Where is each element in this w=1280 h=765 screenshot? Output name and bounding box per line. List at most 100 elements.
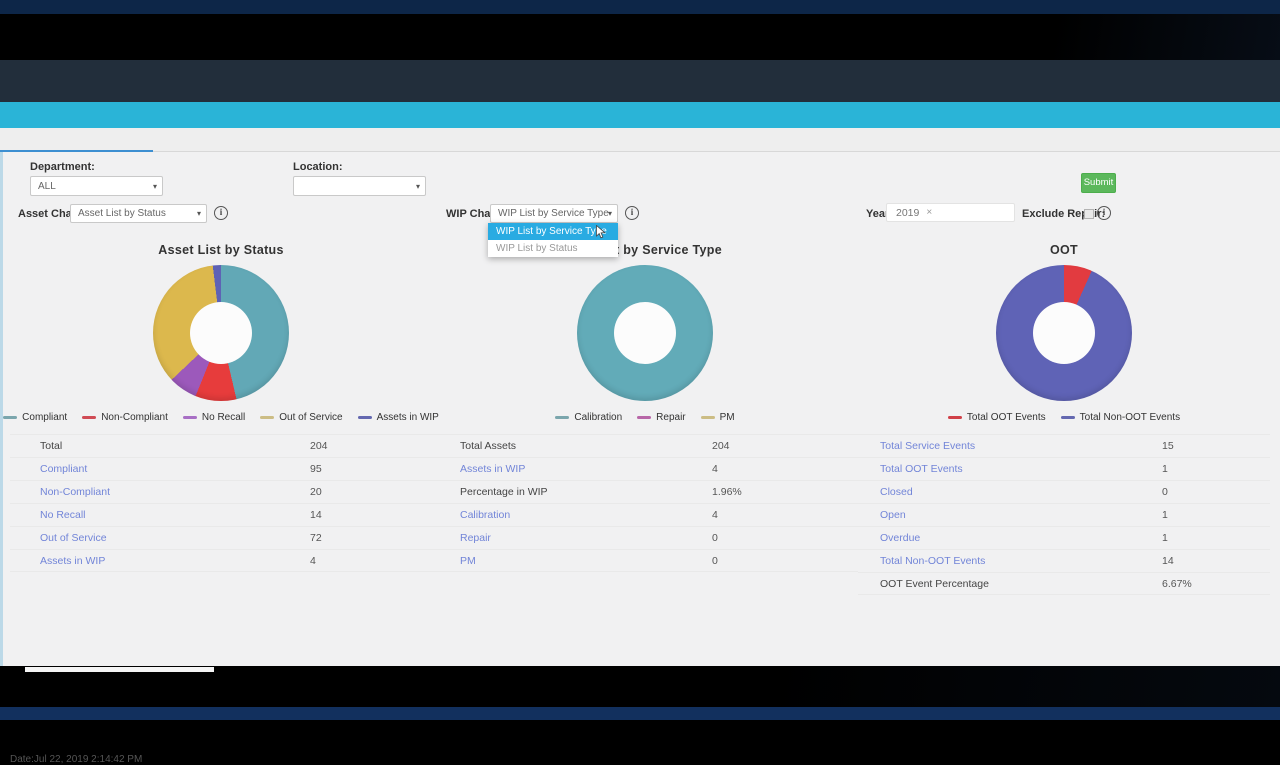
legend-label: Total Non-OOT Events: [1080, 412, 1180, 423]
oot-chart-panel: OOT Total OOT EventsTotal Non-OOT Events…: [858, 238, 1270, 658]
legend-item[interactable]: Assets in WIP: [358, 412, 439, 423]
table-row: OOT Event Percentage6.67%: [858, 572, 1270, 595]
table-row: Total204: [10, 434, 432, 457]
breadcrumb: Home / Dashboard: [0, 102, 1280, 128]
table-row-value: 95: [310, 458, 322, 480]
table-row-label: OOT Event Percentage: [880, 573, 989, 595]
legend-label: Out of Service: [279, 412, 342, 423]
table-row-value: 1: [1162, 504, 1168, 526]
department-select[interactable]: ALL▾: [30, 176, 163, 196]
chart-legend: Calibration Repair PM: [432, 412, 858, 423]
chart-table: Total Assets 204 Assets in WIP 4 Percentage …: [432, 434, 858, 572]
table-row-value: 204: [712, 435, 730, 457]
table-row-link[interactable]: Overdue: [880, 527, 920, 549]
table-row-link[interactable]: Assets in WIP: [460, 458, 525, 480]
donut-hole: [1033, 302, 1095, 364]
chart-title: Asset List by Status: [10, 243, 432, 257]
table-row-link[interactable]: No Recall: [40, 504, 86, 526]
chart-table: Total204Compliant 95Non-Compliant20No Rec…: [10, 434, 432, 572]
tab-bar: Dashboards CMA Dashboards iHelp Export t…: [0, 128, 1280, 152]
table-row: Calibration4: [432, 503, 858, 526]
legend-item[interactable]: Compliant: [3, 412, 67, 423]
table-row-link[interactable]: Compliant: [40, 458, 87, 480]
table-row: Overdue1: [858, 526, 1270, 549]
report-date: Date:Jul 22, 2019 2:14:42 PM: [10, 754, 142, 765]
table-row-link[interactable]: Assets in WIP: [40, 550, 105, 572]
chevron-down-icon: ▾: [608, 209, 612, 218]
legend-label: Calibration: [574, 412, 622, 423]
legend-swatch-icon: [358, 416, 372, 419]
legend-item[interactable]: Total OOT Events: [948, 412, 1046, 423]
wip-service-type-chart-panel: WIP List by Service Type CalibrationRepa…: [432, 238, 858, 658]
table-row-value: 4: [712, 458, 718, 480]
submit-button[interactable]: Submit: [1081, 173, 1116, 193]
location-label: Location:: [293, 161, 343, 173]
progress-bar[interactable]: [25, 667, 214, 672]
exclude-repair-checkbox[interactable]: [1084, 209, 1094, 219]
table-row-label: Total: [40, 435, 62, 457]
legend-item[interactable]: PM: [701, 412, 735, 423]
legend-item[interactable]: Total Non-OOT Events: [1061, 412, 1180, 423]
table-row-value: 15: [1162, 435, 1174, 457]
table-row-link[interactable]: Calibration: [460, 504, 510, 526]
asset-chart-info-icon[interactable]: i: [214, 206, 228, 220]
legend-swatch-icon: [82, 416, 96, 419]
legend-item[interactable]: Calibration: [555, 412, 622, 423]
chevron-down-icon: ▾: [197, 209, 201, 218]
table-row-value: 14: [310, 504, 322, 526]
table-row-link[interactable]: Repair: [460, 527, 491, 549]
chart-legend: Total OOT Events Total Non-OOT Events: [858, 412, 1270, 423]
location-select[interactable]: ▾: [293, 176, 426, 196]
donut-hole: [190, 302, 252, 364]
table-row: Closed0: [858, 480, 1270, 503]
table-row-label: Percentage in WIP: [460, 481, 548, 503]
table-row-link[interactable]: PM: [460, 550, 476, 572]
asset-chart-select[interactable]: Asset List by Status▾: [70, 204, 207, 223]
year-input[interactable]: 2019 ×: [886, 203, 1015, 222]
table-row-link[interactable]: Out of Service: [40, 527, 107, 549]
legend-label: Total OOT Events: [967, 412, 1046, 423]
year-clear-icon[interactable]: ×: [926, 207, 932, 218]
legend-item[interactable]: Non-Compliant: [82, 412, 168, 423]
wip-chart-info-icon[interactable]: i: [625, 206, 639, 220]
table-row-link[interactable]: Non-Compliant: [40, 481, 110, 503]
table-row: Total OOT Events 1: [858, 457, 1270, 480]
legend-item[interactable]: Out of Service: [260, 412, 342, 423]
legend-label: Non-Compliant: [101, 412, 168, 423]
table-row-value: 4: [310, 550, 316, 572]
legend-item[interactable]: No Recall: [183, 412, 245, 423]
wip-chart-dropdown-menu: WIP List by Service Type WIP List by Sta…: [488, 223, 618, 257]
table-row: Total Service Events 15: [858, 434, 1270, 457]
table-row: Out of Service72: [10, 526, 432, 549]
wip-chart-select[interactable]: WIP List by Service Type▾: [490, 204, 618, 223]
letterbox-top-black: [0, 14, 1280, 60]
table-row: Open 1: [858, 503, 1270, 526]
legend-item[interactable]: Repair: [637, 412, 685, 423]
table-row-value: 1: [1162, 458, 1168, 480]
table-row-value: 14: [1162, 550, 1174, 572]
table-row-link[interactable]: Total OOT Events: [880, 458, 963, 480]
table-row: Non-Compliant20: [10, 480, 432, 503]
chevron-down-icon: ▾: [416, 182, 420, 191]
main-navbar: Account▾ Views▾ Notifications/News▾ Requ…: [0, 60, 1280, 102]
asset-status-chart-panel: Asset List by Status CompliantNon-Compli…: [10, 238, 432, 658]
table-row: No Recall 14: [10, 503, 432, 526]
table-row-link[interactable]: Total Non-OOT Events: [880, 550, 985, 572]
table-row-link[interactable]: Total Service Events: [880, 435, 975, 457]
table-row-link[interactable]: Closed: [880, 481, 913, 503]
table-row-value: 0: [712, 550, 718, 572]
table-row-link[interactable]: Open: [880, 504, 906, 526]
legend-swatch-icon: [948, 416, 962, 419]
chart-legend: Compliant Non-Compliant No Recall Out of Se…: [10, 412, 432, 423]
table-row: Assets in WIP 4: [432, 457, 858, 480]
legend-label: Compliant: [22, 412, 67, 423]
dropdown-option-wip-status[interactable]: WIP List by Status: [488, 240, 618, 257]
table-row: Total Non-OOT Events 14: [858, 549, 1270, 572]
dropdown-option-wip-service-type[interactable]: WIP List by Service Type: [488, 223, 618, 240]
table-row: Compliant 95: [10, 457, 432, 480]
legend-swatch-icon: [3, 416, 17, 419]
table-row-label: Total Assets: [460, 435, 516, 457]
legend-label: No Recall: [202, 412, 245, 423]
legend-label: Assets in WIP: [377, 412, 439, 423]
exclude-repair-info-icon[interactable]: i: [1097, 206, 1111, 220]
